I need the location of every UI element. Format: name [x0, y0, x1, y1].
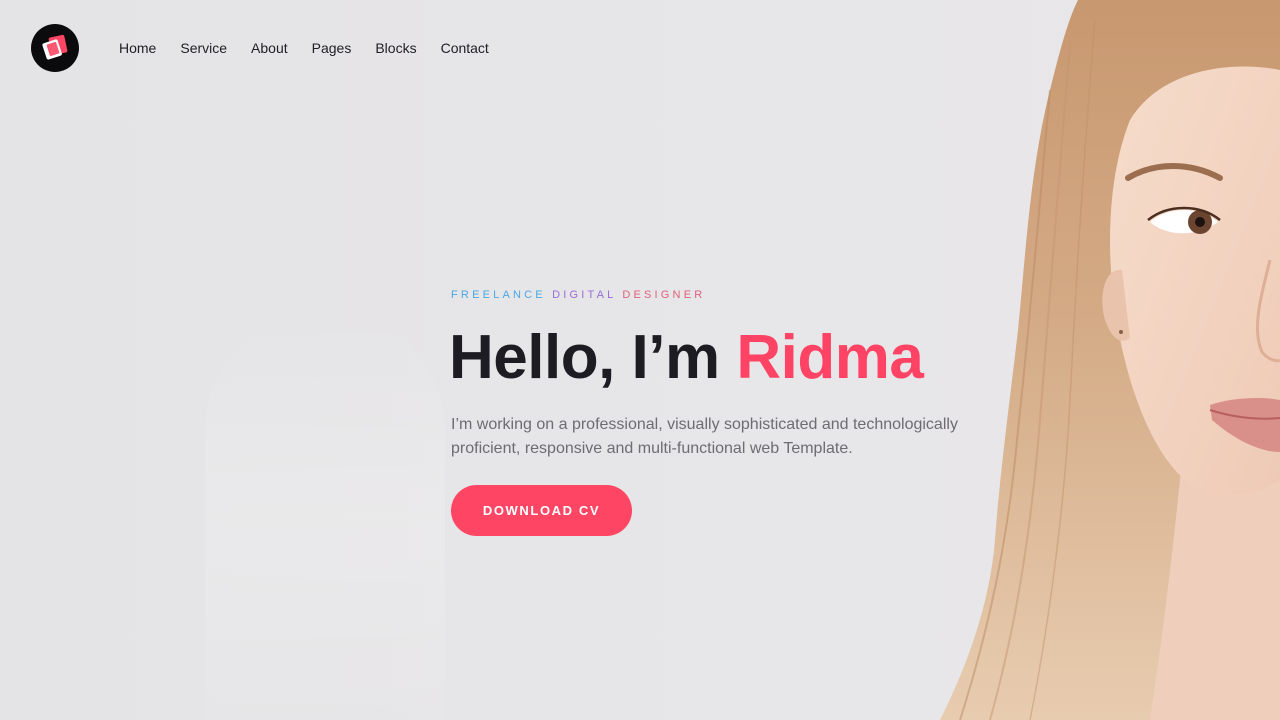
hero-headline: Hello, I’m Ridma: [449, 318, 924, 398]
squares-logo-icon: [42, 34, 68, 60]
nav-item-blocks[interactable]: Blocks: [375, 38, 416, 58]
nav-item-home[interactable]: Home: [119, 38, 156, 58]
nav-item-service[interactable]: Service: [180, 38, 227, 58]
nav-item-pages[interactable]: Pages: [312, 38, 352, 58]
nav-item-about[interactable]: About: [251, 38, 288, 58]
hero-eyebrow: FREELANCE DIGITAL DESIGNER: [451, 288, 705, 302]
background-decoration: [205, 310, 445, 720]
eyebrow-word-designer: DESIGNER: [622, 289, 706, 301]
headline-greeting: Hello, I’m: [449, 323, 720, 392]
logo-icon[interactable]: [31, 24, 79, 72]
hero-page: Home Service About Pages Blocks Contact …: [0, 0, 1280, 720]
eyebrow-word-digital: DIGITAL: [552, 289, 617, 301]
headline-name: Ridma: [736, 323, 924, 392]
nav-item-contact[interactable]: Contact: [441, 38, 489, 58]
main-nav: Home Service About Pages Blocks Contact: [119, 38, 513, 58]
eyebrow-word-freelance: FREELANCE: [451, 289, 546, 301]
portrait-image: [940, 0, 1280, 720]
download-cv-button[interactable]: DOWNLOAD CV: [451, 485, 632, 536]
